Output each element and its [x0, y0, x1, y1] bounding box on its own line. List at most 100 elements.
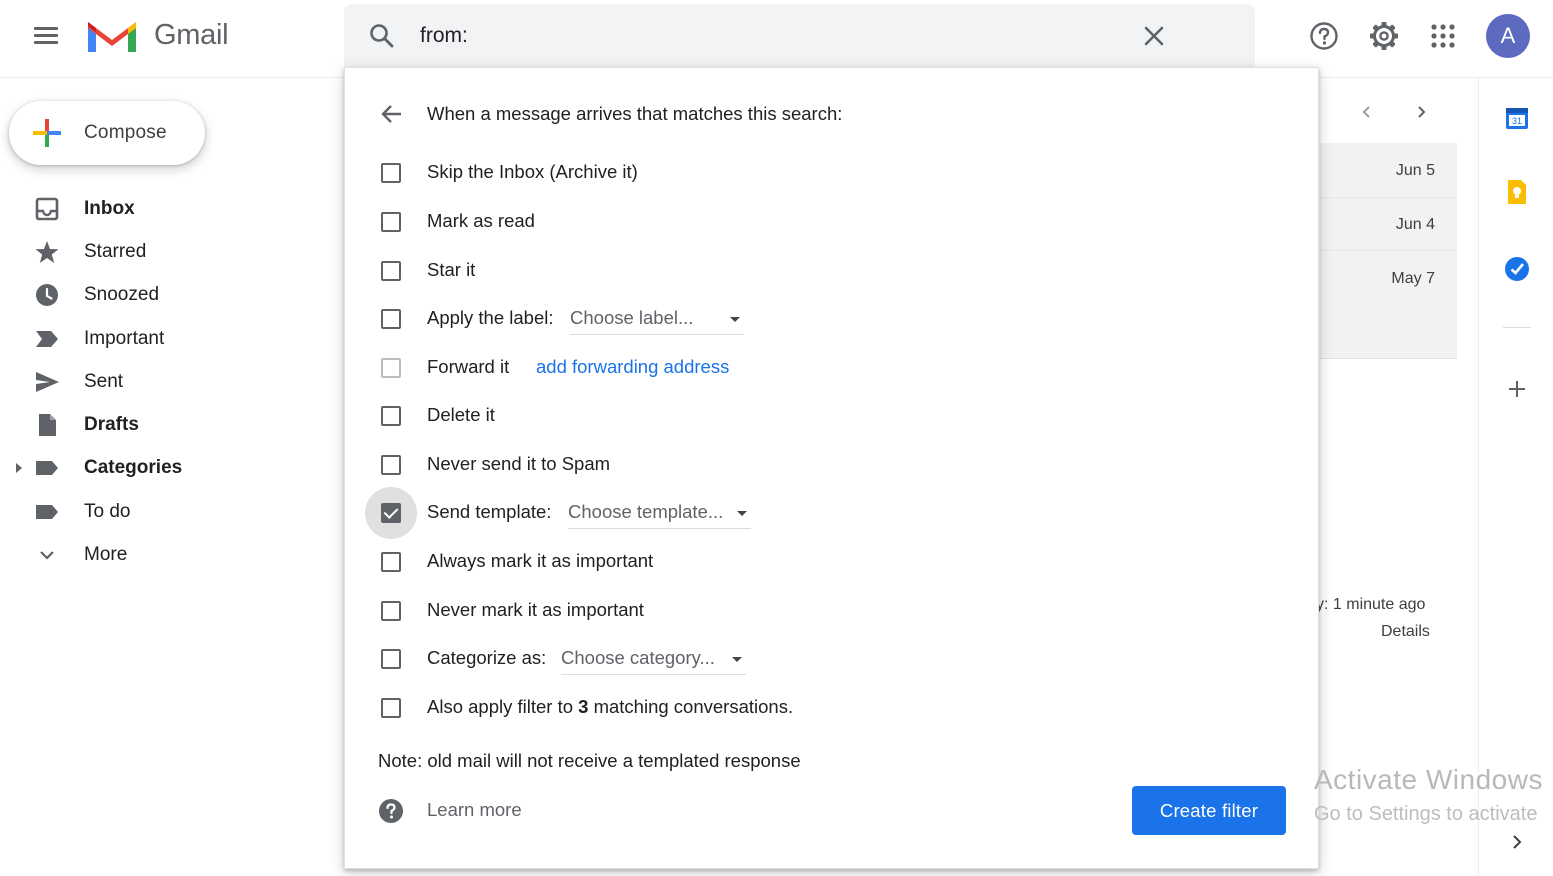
app-name: Gmail	[154, 19, 229, 51]
checkbox[interactable]	[381, 698, 401, 718]
sidebar-item-important[interactable]: Important	[0, 317, 330, 360]
label-select[interactable]: Choose label...	[570, 303, 744, 335]
help-icon[interactable]	[378, 798, 404, 824]
option-label: Star it	[427, 259, 476, 280]
prev-page-button[interactable]	[1353, 98, 1381, 126]
sidebar-item-sent[interactable]: Sent	[0, 360, 330, 403]
option-never-important: Never mark it as important	[365, 591, 1265, 631]
checkbox[interactable]	[381, 601, 401, 621]
sidebar-item-snoozed[interactable]: Snoozed	[0, 274, 330, 317]
sidebar-item-label: Starred	[84, 240, 147, 262]
details-link[interactable]: Details	[1381, 623, 1430, 641]
search-input[interactable]	[420, 18, 1180, 54]
template-note: Note: old mail will not receive a templa…	[378, 750, 801, 771]
option-label: Skip the Inbox (Archive it)	[427, 161, 638, 182]
avatar[interactable]: A	[1486, 14, 1530, 58]
checkbox[interactable]	[381, 455, 401, 475]
calendar-icon[interactable]: 31	[1503, 104, 1531, 132]
apps-icon	[1431, 24, 1455, 48]
plus-icon[interactable]	[1503, 375, 1531, 403]
tasks-icon[interactable]	[1503, 255, 1531, 283]
search-icon[interactable]	[368, 22, 396, 50]
email-row[interactable]: May 7	[1320, 251, 1457, 359]
chevron-left-icon	[1362, 106, 1370, 118]
gear-icon	[1370, 22, 1398, 50]
sidebar-item-label: Categories	[84, 457, 183, 479]
option-label: Forward it	[427, 356, 510, 377]
settings-button[interactable]	[1362, 14, 1406, 58]
select-value: Choose template...	[568, 501, 724, 522]
checkbox[interactable]	[381, 552, 401, 572]
svg-text:31: 31	[1512, 116, 1522, 126]
create-filter-button[interactable]: Create filter	[1132, 786, 1286, 835]
email-date: Jun 4	[1395, 216, 1435, 233]
sidebar-item-inbox[interactable]: Inbox	[0, 187, 330, 230]
plus-icon	[33, 119, 61, 147]
checkbox[interactable]	[381, 406, 401, 426]
checkbox[interactable]	[381, 649, 401, 669]
filter-dialog: When a message arrives that matches this…	[344, 67, 1319, 869]
select-value: Choose category...	[561, 647, 715, 668]
sidebar-item-starred[interactable]: Starred	[0, 230, 330, 273]
activation-watermark-title: Activate Windows	[1314, 764, 1543, 795]
sidebar-item-more[interactable]: More	[0, 533, 330, 576]
chevron-down-icon	[40, 551, 54, 560]
clock-icon	[36, 284, 58, 307]
compose-label: Compose	[84, 122, 167, 143]
option-label: Delete it	[427, 404, 495, 425]
email-row[interactable]: Jun 4	[1320, 198, 1457, 251]
email-row[interactable]: Jun 5	[1320, 143, 1457, 198]
gmail-logo[interactable]	[84, 16, 140, 56]
option-label: Never send it to Spam	[427, 453, 611, 474]
learn-more-link[interactable]: Learn more	[427, 799, 522, 821]
sidebar-nav: Inbox Starred Snoozed Important Sent Dra…	[0, 187, 330, 577]
label-icon	[36, 461, 58, 476]
option-label: Apply the label:	[427, 307, 554, 328]
option-label: Always mark it as important	[427, 550, 654, 571]
checkbox[interactable]	[381, 358, 401, 378]
activation-watermark-subtitle: Go to Settings to activate	[1314, 803, 1538, 825]
chevron-right-icon[interactable]	[1507, 832, 1527, 852]
sidebar-item-label: Important	[84, 327, 165, 349]
back-arrow-icon[interactable]	[379, 101, 405, 127]
sidebar-item-to-do[interactable]: To do	[0, 490, 330, 533]
dialog-heading: When a message arrives that matches this…	[427, 103, 843, 124]
draft-icon	[39, 414, 56, 437]
close-icon[interactable]	[1140, 22, 1168, 50]
sidebar-item-label: More	[84, 544, 128, 566]
keep-icon[interactable]	[1503, 178, 1531, 206]
help-icon	[1310, 22, 1338, 50]
checkbox[interactable]	[381, 163, 401, 183]
sidebar-item-drafts[interactable]: Drafts	[0, 403, 330, 446]
last-activity-text: y: 1 minute ago	[1316, 596, 1426, 613]
checkbox[interactable]	[381, 261, 401, 281]
option-label: Never mark it as important	[427, 599, 644, 620]
option-label: Mark as read	[427, 210, 535, 231]
option-label: Also apply filter to 3 matching conversa…	[427, 696, 793, 718]
expand-arrow-icon[interactable]	[14, 462, 24, 474]
sidebar-item-categories[interactable]: Categories	[0, 447, 330, 490]
send-icon	[36, 371, 59, 392]
option-star-it: Star it	[365, 251, 1265, 291]
side-panel-divider	[1478, 78, 1479, 876]
option-send-template: Send template: Choose template...	[365, 487, 1265, 539]
compose-button[interactable]: Compose	[9, 101, 205, 165]
option-mark-as-read: Mark as read	[365, 202, 1265, 242]
checkbox[interactable]	[381, 503, 401, 523]
dropdown-arrow-icon	[737, 511, 747, 516]
checkbox[interactable]	[381, 309, 401, 329]
category-select[interactable]: Choose category...	[561, 643, 746, 675]
option-categorize: Categorize as: Choose category...	[365, 639, 1265, 679]
template-select[interactable]: Choose template...	[568, 497, 751, 529]
next-page-button[interactable]	[1407, 98, 1435, 126]
menu-icon[interactable]	[28, 22, 64, 50]
checkbox[interactable]	[381, 212, 401, 232]
apps-button[interactable]	[1421, 14, 1465, 58]
search-bar	[344, 4, 1255, 68]
label-icon	[36, 504, 58, 519]
option-always-important: Always mark it as important	[365, 542, 1265, 582]
sidebar-item-label: Sent	[84, 370, 124, 392]
add-forwarding-address-link[interactable]: add forwarding address	[536, 356, 729, 378]
help-button[interactable]	[1302, 14, 1346, 58]
label-prefix: Also apply filter to	[427, 696, 579, 717]
